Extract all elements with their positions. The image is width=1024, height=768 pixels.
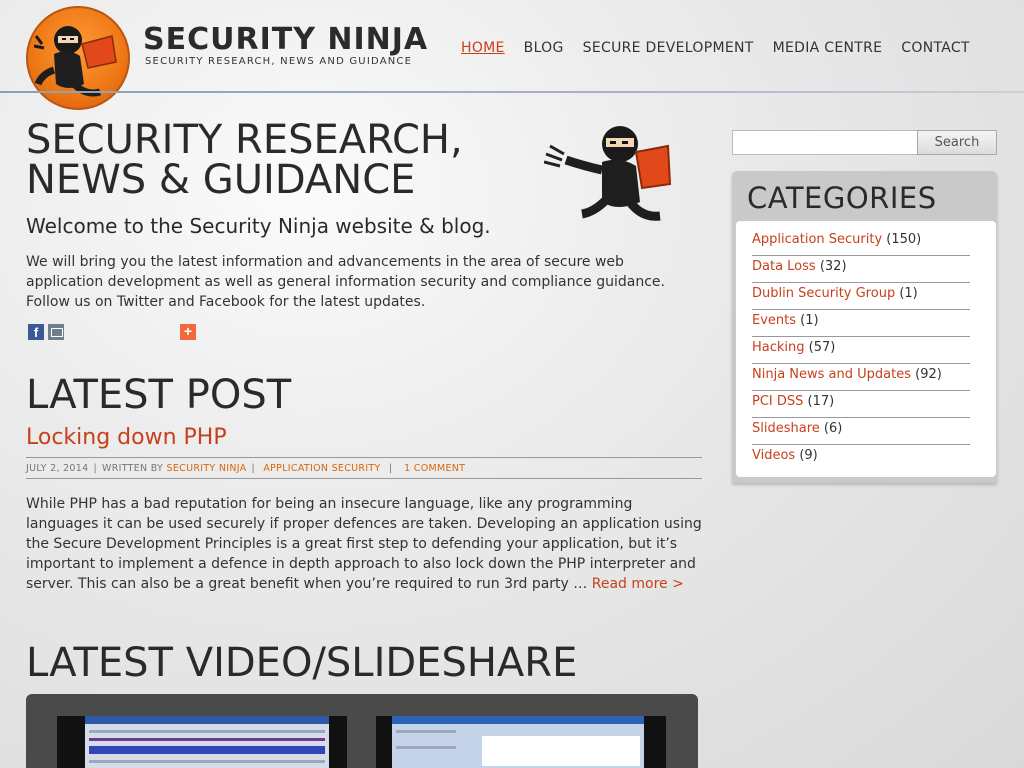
category-link[interactable]: Dublin Security Group	[752, 286, 895, 301]
category-link[interactable]: Hacking	[752, 340, 805, 355]
category-count: (9)	[799, 448, 818, 463]
category-link[interactable]: Events	[752, 313, 796, 328]
category-count: (6)	[823, 421, 843, 436]
list-item: PCI DSS (17)	[752, 391, 970, 418]
categories-widget: CATEGORIES Application Security (150) Da…	[732, 171, 997, 483]
category-count: (92)	[915, 367, 942, 382]
video-thumbnail[interactable]	[57, 716, 347, 768]
category-count: (1)	[800, 313, 819, 328]
header-divider	[0, 91, 1024, 93]
category-count: (32)	[819, 259, 847, 274]
search-input[interactable]	[732, 130, 918, 155]
post-comments-link[interactable]: 1 COMMENT	[404, 463, 465, 474]
category-link[interactable]: PCI DSS	[752, 394, 803, 409]
list-item: Ninja News and Updates (92)	[752, 364, 970, 391]
nav-item-blog[interactable]: BLOG	[524, 40, 564, 56]
category-link[interactable]: Data Loss	[752, 259, 816, 274]
list-item: Videos (9)	[752, 445, 970, 472]
latest-post-heading: LATEST POST	[26, 372, 292, 418]
facebook-icon[interactable]: f	[28, 324, 44, 340]
videos-heading: LATEST VIDEO/SLIDESHARE	[26, 640, 578, 686]
post-meta: JULY 2, 2014 | WRITTEN BY SECURITY NINJA | …	[26, 457, 702, 479]
list-item: Dublin Security Group (1)	[752, 283, 970, 310]
list-item: Hacking (57)	[752, 337, 970, 364]
category-link[interactable]: Videos	[752, 448, 795, 463]
add-share-icon[interactable]: +	[180, 324, 196, 340]
post-date: JULY 2, 2014	[26, 463, 89, 474]
category-count: (150)	[886, 232, 922, 247]
intro-text: We will bring you the latest information…	[26, 254, 665, 310]
site-header: SECURITY NINJA SECURITY RESEARCH, NEWS A…	[0, 0, 1024, 110]
post-author-link[interactable]: SECURITY NINJA	[167, 463, 247, 474]
email-icon[interactable]	[48, 324, 64, 340]
list-item: Events (1)	[752, 310, 970, 337]
list-item: Application Security (150)	[752, 229, 970, 256]
list-item: Slideshare (6)	[752, 418, 970, 445]
video-thumbnail[interactable]	[376, 716, 666, 768]
post-excerpt: While PHP has a bad reputation for being…	[26, 494, 702, 594]
search-button[interactable]: Search	[917, 130, 997, 155]
list-item: Data Loss (32)	[752, 256, 970, 283]
site-title[interactable]: SECURITY NINJA	[143, 22, 428, 57]
share-bar: f +	[26, 324, 702, 342]
video-carousel	[26, 694, 698, 768]
category-count: (1)	[899, 286, 918, 301]
main-nav: HOME BLOG SECURE DEVELOPMENT MEDIA CENTR…	[461, 40, 989, 56]
post-title-link[interactable]: Locking down PHP	[26, 425, 227, 450]
categories-list: Application Security (150) Data Loss (32…	[736, 221, 996, 477]
category-link[interactable]: Ninja News and Updates	[752, 367, 911, 382]
hero-title: SECURITY RESEARCH, NEWS & GUIDANCE	[26, 117, 463, 203]
site-tagline: SECURITY RESEARCH, NEWS AND GUIDANCE	[145, 56, 413, 67]
read-more-link[interactable]: Read more >	[592, 576, 684, 592]
nav-item-secure-development[interactable]: SECURE DEVELOPMENT	[583, 40, 754, 56]
nav-item-contact[interactable]: CONTACT	[901, 40, 970, 56]
nav-item-media-centre[interactable]: MEDIA CENTRE	[773, 40, 883, 56]
category-count: (17)	[807, 394, 835, 409]
post-category-link[interactable]: APPLICATION SECURITY	[263, 463, 380, 474]
hero-section: SECURITY RESEARCH, NEWS & GUIDANCE Welco…	[26, 120, 702, 342]
category-link[interactable]: Slideshare	[752, 421, 820, 436]
category-link[interactable]: Application Security	[752, 232, 882, 247]
logo-ninja-icon[interactable]	[26, 6, 130, 110]
categories-title: CATEGORIES	[747, 181, 937, 215]
written-by-label: WRITTEN BY	[102, 463, 164, 474]
ninja-mascot-icon	[543, 122, 674, 230]
nav-item-home[interactable]: HOME	[461, 40, 505, 56]
category-count: (57)	[808, 340, 836, 355]
